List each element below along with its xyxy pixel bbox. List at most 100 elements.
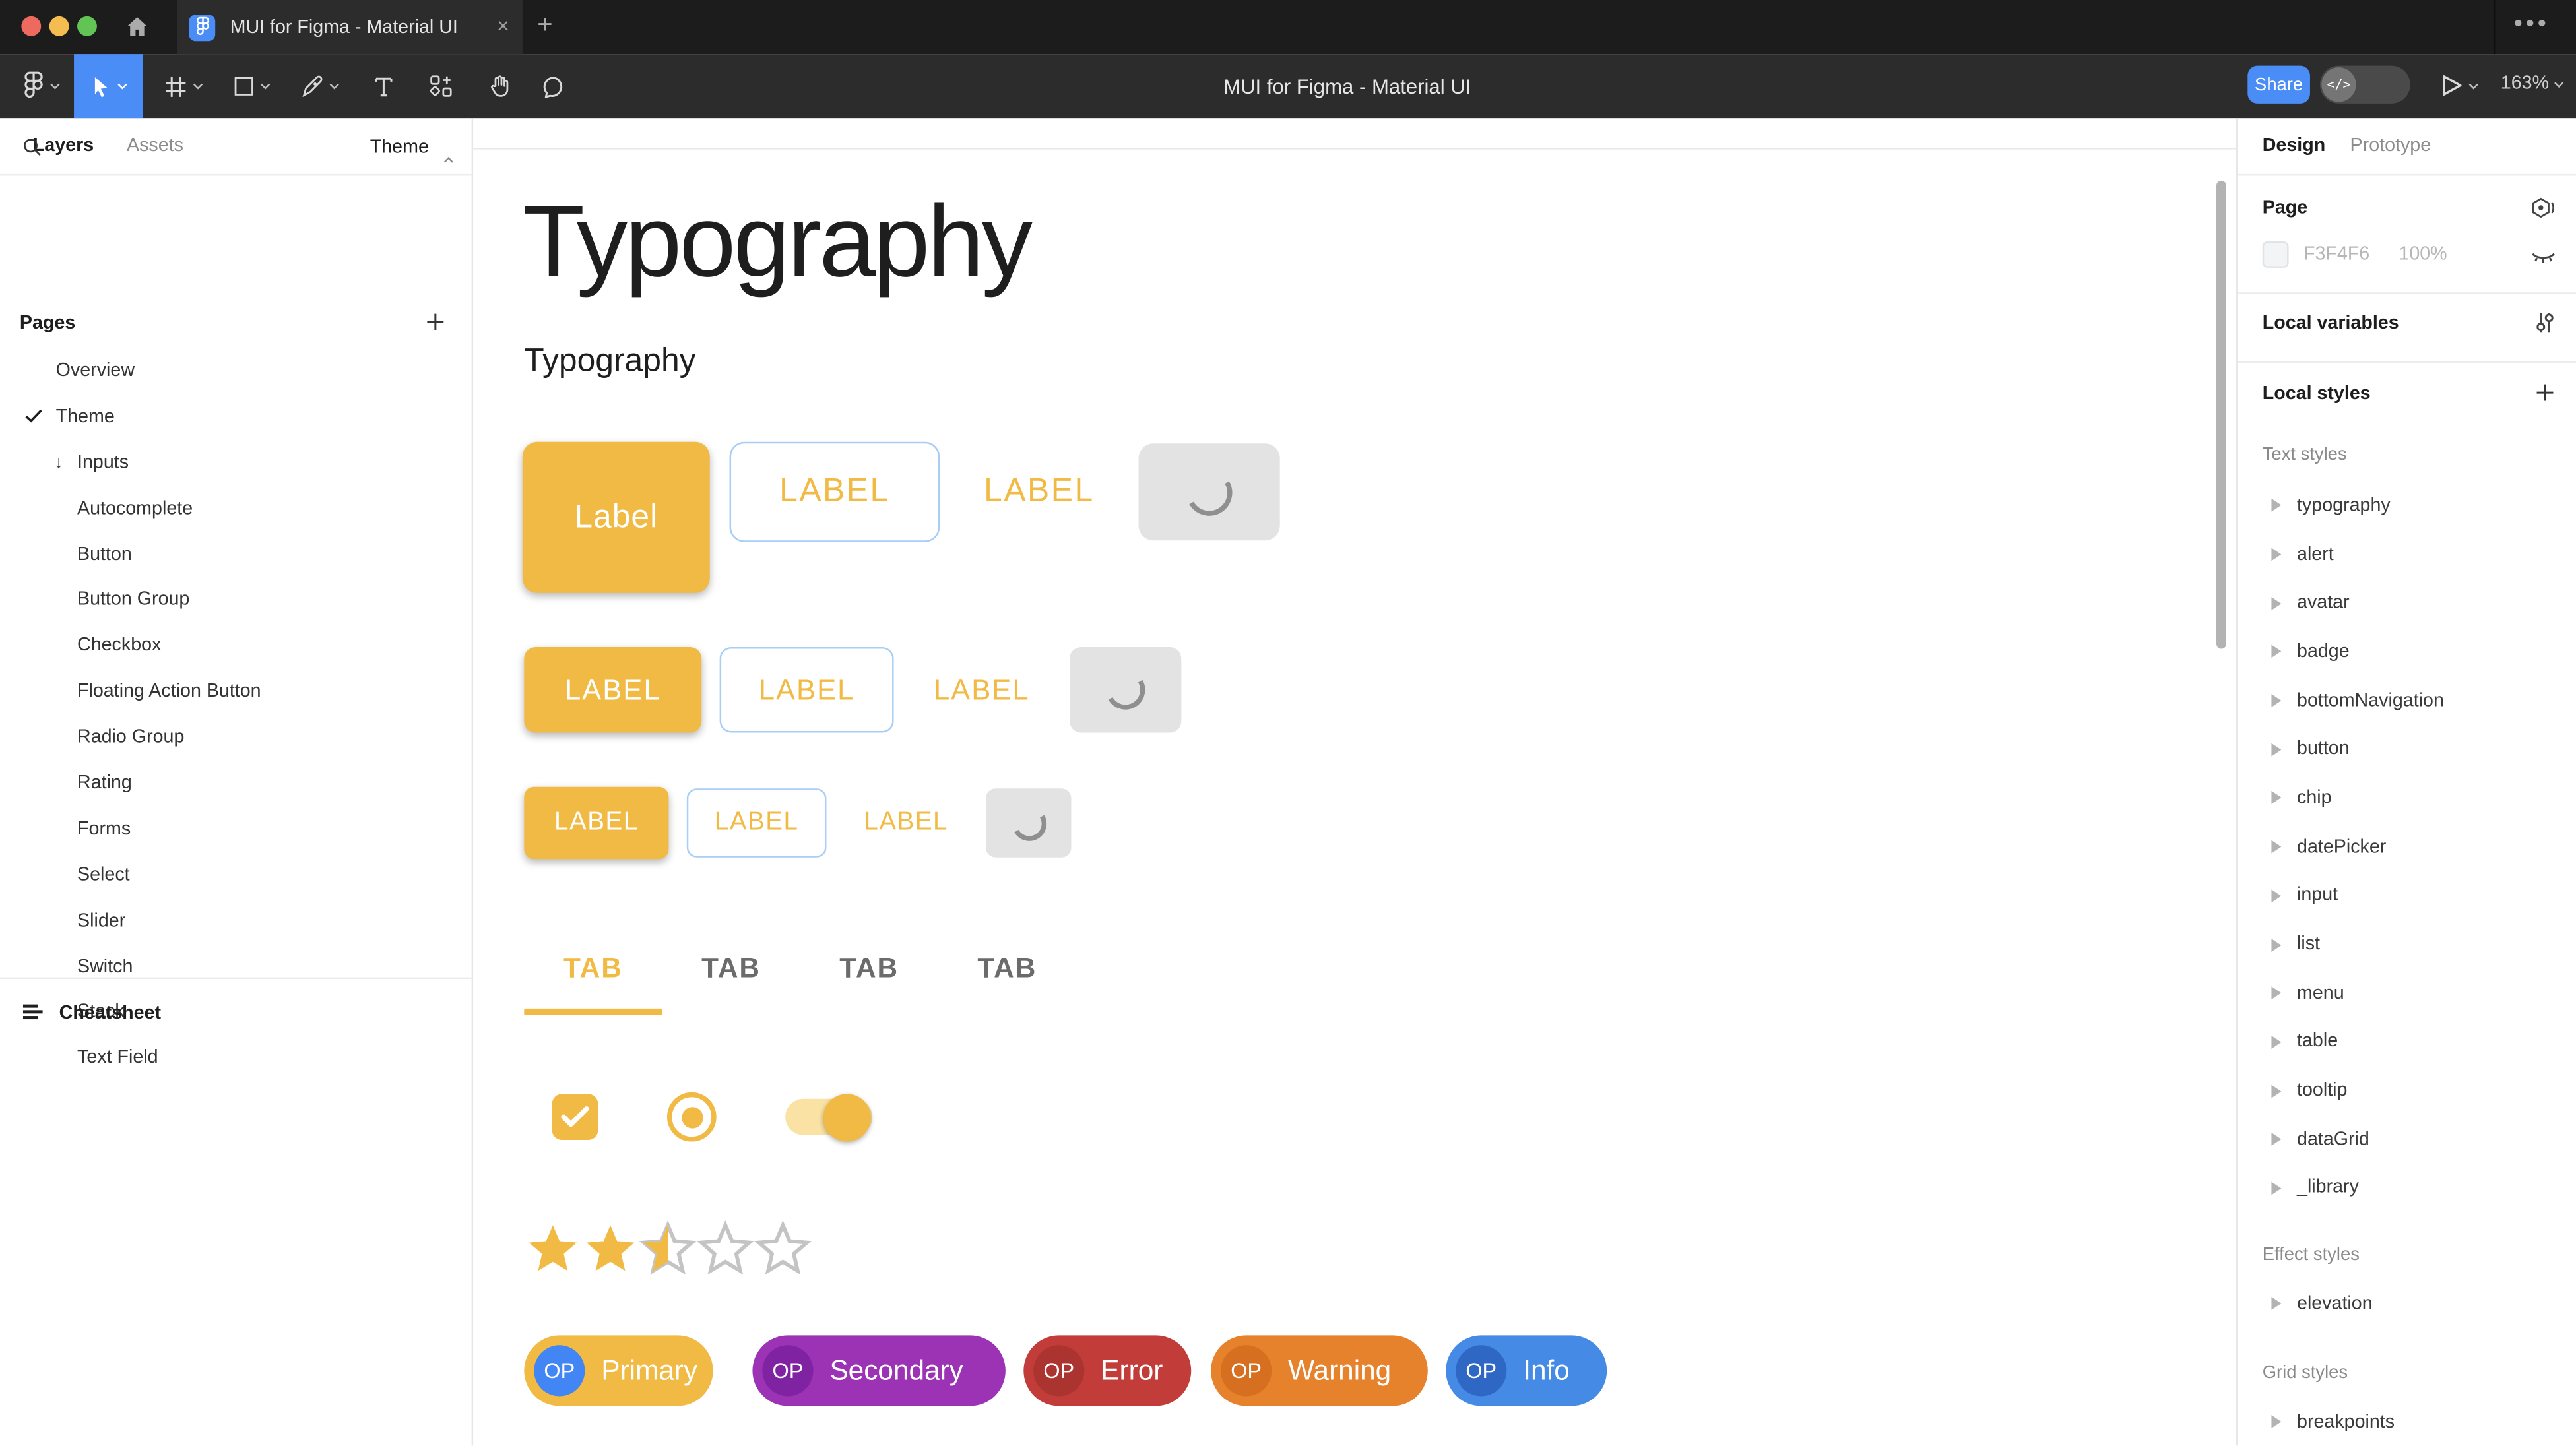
button-outlined-large[interactable]: LABEL — [730, 442, 940, 542]
sidebar-page-checkbox[interactable]: Checkbox — [0, 623, 472, 669]
button-contained-small[interactable]: LABEL — [524, 787, 668, 860]
sidebar-page-theme[interactable]: Theme — [0, 394, 472, 439]
sidebar-page-button-group[interactable]: Button Group — [0, 577, 472, 623]
page-color-opacity[interactable]: 100% — [2399, 245, 2447, 265]
button-text-medium[interactable]: LABEL — [912, 647, 1052, 732]
comment-tool-button[interactable] — [531, 54, 577, 118]
apply-variable-icon[interactable] — [2530, 197, 2557, 228]
chip-primary[interactable]: OP Primary — [524, 1335, 713, 1406]
tab-close-icon[interactable]: × — [497, 15, 509, 38]
style-row-list[interactable]: list — [2238, 920, 2576, 969]
shape-tool-button[interactable] — [225, 54, 278, 118]
sidebar-page-autocomplete[interactable]: Autocomplete — [0, 486, 472, 531]
style-row-library[interactable]: _library — [2238, 1164, 2576, 1212]
add-style-button[interactable] — [2535, 381, 2555, 411]
star-full-icon[interactable] — [581, 1220, 639, 1278]
tab-item-3[interactable]: TAB — [800, 928, 938, 1011]
page-color-row[interactable]: F3F4F6 100% — [2263, 241, 2447, 268]
button-loading-small[interactable] — [986, 788, 1071, 858]
style-row-badge[interactable]: badge — [2238, 627, 2576, 676]
move-tool-button[interactable] — [74, 54, 143, 118]
radio-selected[interactable] — [667, 1092, 717, 1142]
chip-warning[interactable]: OP Warning — [1211, 1335, 1428, 1406]
tab-item-4[interactable]: TAB — [938, 928, 1076, 1011]
style-row-alert[interactable]: alert — [2238, 530, 2576, 579]
page-color-hex[interactable]: F3F4F6 — [2303, 245, 2383, 265]
style-row-avatar[interactable]: avatar — [2238, 579, 2576, 627]
sidebar-page-rating[interactable]: Rating — [0, 761, 472, 806]
sidebar-page-inputs[interactable]: ↓ Inputs — [0, 440, 472, 486]
window-close-button[interactable] — [21, 16, 41, 36]
chip-secondary[interactable]: OP Secondary — [752, 1335, 1005, 1406]
text-tool-button[interactable] — [362, 54, 404, 118]
eye-off-icon[interactable] — [2530, 247, 2557, 276]
tab-design[interactable]: Design — [2263, 137, 2325, 156]
file-tab[interactable]: MUI for Figma - Material UI × — [177, 0, 523, 54]
main-menu-button[interactable] — [13, 54, 69, 118]
hand-tool-button[interactable] — [476, 54, 523, 118]
checkbox-checked[interactable] — [552, 1094, 598, 1140]
canvas[interactable]: Typography Typography Label LABEL LABEL … — [473, 118, 2236, 1445]
sidebar-page-forms[interactable]: Forms — [0, 806, 472, 852]
sidebar-page-overview[interactable]: Overview — [0, 348, 472, 394]
actions-tool-button[interactable] — [417, 54, 463, 118]
window-more-icon[interactable]: ••• — [2514, 10, 2550, 38]
style-row-input[interactable]: input — [2238, 871, 2576, 920]
button-contained-medium[interactable]: LABEL — [524, 647, 701, 732]
star-empty-icon[interactable] — [754, 1220, 812, 1278]
tab-assets[interactable]: Assets — [127, 137, 183, 156]
button-outlined-medium[interactable]: LABEL — [720, 647, 894, 732]
add-page-button[interactable] — [426, 311, 445, 340]
sidebar-page-select[interactable]: Select — [0, 852, 472, 898]
window-minimize-button[interactable] — [49, 16, 69, 36]
sidebar-page-switch[interactable]: Switch — [0, 944, 472, 990]
style-row-breakpoints[interactable]: breakpoints — [2238, 1398, 2576, 1446]
sidebar-page-text-field[interactable]: Text Field — [0, 1036, 472, 1081]
style-row-menu[interactable]: menu — [2238, 969, 2576, 1018]
sidebar-page-button[interactable]: Button — [0, 532, 472, 577]
frame-tool-button[interactable] — [158, 54, 210, 118]
style-row-tooltip[interactable]: tooltip — [2238, 1067, 2576, 1116]
style-row-typography[interactable]: typography — [2238, 482, 2576, 530]
present-button[interactable] — [2441, 74, 2479, 97]
search-icon[interactable] — [21, 137, 42, 166]
share-button[interactable]: Share — [2247, 66, 2310, 104]
sidebar-page-radio-group[interactable]: Radio Group — [0, 714, 472, 760]
star-empty-icon[interactable] — [697, 1220, 754, 1278]
button-loading-large[interactable] — [1139, 443, 1280, 540]
color-swatch[interactable] — [2263, 241, 2289, 268]
button-contained-large[interactable]: Label — [523, 442, 710, 593]
style-row-datepicker[interactable]: datePicker — [2238, 823, 2576, 871]
sidebar-page-slider[interactable]: Slider — [0, 898, 472, 943]
new-tab-button[interactable]: + — [537, 11, 552, 41]
canvas-scrollbar[interactable] — [2216, 181, 2226, 649]
chip-info[interactable]: OP Info — [1446, 1335, 1607, 1406]
switch-on[interactable] — [785, 1099, 872, 1135]
variables-icon[interactable] — [2534, 311, 2557, 344]
button-text-large[interactable]: LABEL — [961, 442, 1118, 542]
star-full-icon[interactable] — [524, 1220, 581, 1278]
style-row-button[interactable]: button — [2238, 725, 2576, 774]
style-row-chip[interactable]: chip — [2238, 774, 2576, 823]
button-outlined-small[interactable]: LABEL — [687, 788, 827, 858]
style-row-table[interactable]: table — [2238, 1018, 2576, 1067]
pen-tool-button[interactable] — [294, 54, 347, 118]
page-switcher[interactable]: Theme — [370, 118, 429, 175]
button-text-small[interactable]: LABEL — [846, 788, 966, 858]
style-row-datagrid[interactable]: dataGrid — [2238, 1116, 2576, 1164]
tab-item-1[interactable]: TAB — [524, 928, 662, 1011]
tab-prototype[interactable]: Prototype — [2350, 137, 2431, 156]
button-loading-medium[interactable] — [1070, 647, 1181, 732]
zoom-level-control[interactable]: 163% — [2501, 74, 2565, 94]
home-icon[interactable] — [125, 15, 149, 47]
tab-item-2[interactable]: TAB — [662, 928, 800, 1011]
dev-mode-toggle[interactable]: </> — [2320, 66, 2410, 104]
zoom-level: 163% — [2501, 74, 2549, 94]
style-row-bottomnavigation[interactable]: bottomNavigation — [2238, 676, 2576, 725]
window-zoom-button[interactable] — [77, 16, 97, 36]
star-half-icon[interactable] — [639, 1220, 697, 1278]
style-row-elevation[interactable]: elevation — [2238, 1280, 2576, 1329]
sidebar-item-cheatsheet[interactable]: Cheatsheet — [0, 989, 472, 1036]
sidebar-page-fab[interactable]: Floating Action Button — [0, 669, 472, 714]
chip-error[interactable]: OP Error — [1023, 1335, 1191, 1406]
